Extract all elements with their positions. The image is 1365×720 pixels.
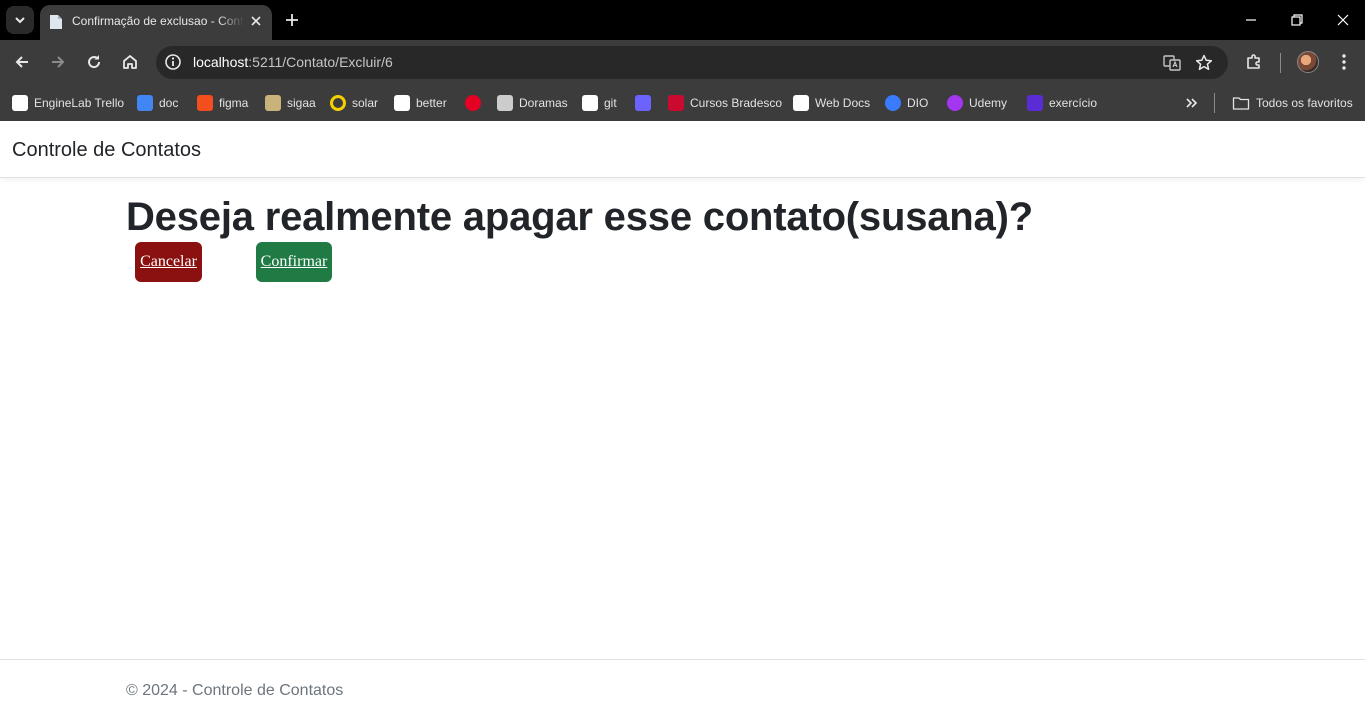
pinterest-icon [465, 95, 481, 111]
bookmark-item[interactable]: doc [137, 93, 178, 113]
bookmarks-bar: EngineLab Trello doc figma sigaa solar better… [0, 85, 1365, 121]
restore-icon[interactable] [1287, 10, 1307, 30]
trello-icon [12, 95, 28, 111]
sigaa-icon [265, 95, 281, 111]
bookmark-item[interactable]: sigaa [265, 93, 316, 113]
new-tab-icon[interactable] [283, 11, 301, 29]
bookmark-label: better [416, 96, 447, 110]
docs-icon [137, 95, 153, 111]
github-icon [582, 95, 598, 111]
app-navbar: Controle de Contatos [0, 121, 1365, 178]
footer-copyright: © 2024 - Controle de Contatos [126, 682, 344, 699]
bookmark-label: exercício [1049, 96, 1098, 110]
minimize-icon[interactable] [1241, 10, 1261, 30]
menu-kebab-icon[interactable] [1334, 52, 1354, 72]
page-title: Deseja realmente apagar esse contato(sus… [126, 195, 1033, 239]
forward-icon[interactable] [48, 52, 68, 72]
page-footer: © 2024 - Controle de Contatos [0, 659, 1365, 720]
bookmark-item[interactable]: figma [197, 93, 248, 113]
bookmark-label: Web Docs [815, 96, 871, 110]
extensions-icon[interactable] [1244, 52, 1264, 72]
close-tab-icon[interactable] [248, 13, 264, 29]
udemy-icon [947, 95, 963, 111]
figma-icon [197, 95, 213, 111]
bookmark-item[interactable]: Doramas [497, 93, 568, 113]
better-icon [394, 95, 410, 111]
home-icon[interactable] [120, 52, 140, 72]
confirm-button[interactable]: Confirmar [256, 242, 332, 282]
all-bookmarks-label: Todos os favoritos [1256, 96, 1353, 110]
bookmark-item[interactable]: better [394, 93, 447, 113]
cancel-button[interactable]: Cancelar [135, 242, 202, 282]
bradesco-icon [668, 95, 684, 111]
bookmark-item[interactable]: EngineLab Trello [12, 93, 124, 113]
bookmark-label: solar [352, 96, 379, 110]
folder-icon [1232, 97, 1250, 110]
bookmark-label: DIO [907, 96, 929, 110]
bookmark-star-icon[interactable] [1194, 53, 1214, 73]
bookmark-label: git [604, 96, 617, 110]
page-content: Controle de Contatos Deseja realmente ap… [0, 121, 1365, 720]
translate-icon[interactable] [1162, 53, 1182, 73]
bookmark-item[interactable]: DIO [885, 93, 928, 113]
mdn-icon [793, 95, 809, 111]
site-info-icon[interactable] [164, 53, 182, 71]
tab-strip: Confirmação de exclusao - Controle de Co… [0, 0, 1365, 40]
bookmark-label: Udemy [969, 96, 1008, 110]
url-text[interactable]: localhost:5211/Contato/Excluir/6 [193, 54, 393, 70]
bookmark-label: sigaa [287, 96, 316, 110]
exercicio-icon [1027, 95, 1043, 111]
doramas-icon [497, 95, 513, 111]
navbar-brand[interactable]: Controle de Contatos [12, 139, 201, 162]
solar-icon [330, 95, 346, 111]
active-tab[interactable]: Confirmação de exclusao - Controle de Co… [40, 5, 272, 40]
s-app-icon [635, 95, 651, 111]
url-host: localhost [193, 54, 249, 70]
bookmark-item[interactable]: Udemy [947, 93, 1007, 113]
toolbar-divider [1280, 53, 1281, 73]
bookmarks-divider [1214, 93, 1215, 113]
bookmark-label: Doramas [519, 96, 568, 110]
page-favicon-icon [50, 15, 62, 29]
bookmark-label: Cursos Bradesco [690, 96, 783, 110]
bookmark-label: doc [159, 96, 179, 110]
close-window-icon[interactable] [1333, 10, 1353, 30]
url-path: :5211/Contato/Excluir/6 [248, 54, 393, 70]
address-bar[interactable]: localhost:5211/Contato/Excluir/6 [156, 46, 1228, 79]
tab-search-button[interactable] [6, 6, 34, 34]
bookmark-item[interactable] [465, 93, 481, 113]
bookmark-label: EngineLab Trello [34, 96, 125, 110]
bookmark-item[interactable]: exercício [1027, 93, 1097, 113]
browser-toolbar: localhost:5211/Contato/Excluir/6 [0, 40, 1365, 85]
reload-icon[interactable] [84, 52, 104, 72]
bookmark-item[interactable] [635, 93, 651, 113]
bookmark-item[interactable]: Cursos Bradesco [668, 93, 782, 113]
tab-title: Confirmação de exclusao - Controle de Co… [72, 14, 244, 28]
bookmark-item[interactable]: Web Docs [793, 93, 870, 113]
all-bookmarks-folder[interactable]: Todos os favoritos [1232, 93, 1353, 113]
bookmark-item[interactable]: solar [330, 93, 378, 113]
dio-icon [885, 95, 901, 111]
bookmark-item[interactable]: git [582, 93, 617, 113]
more-bookmarks-icon[interactable] [1184, 95, 1200, 111]
profile-avatar[interactable] [1297, 51, 1319, 73]
chevron-down-icon [15, 17, 25, 24]
bookmark-label: figma [219, 96, 249, 110]
back-icon[interactable] [12, 52, 32, 72]
